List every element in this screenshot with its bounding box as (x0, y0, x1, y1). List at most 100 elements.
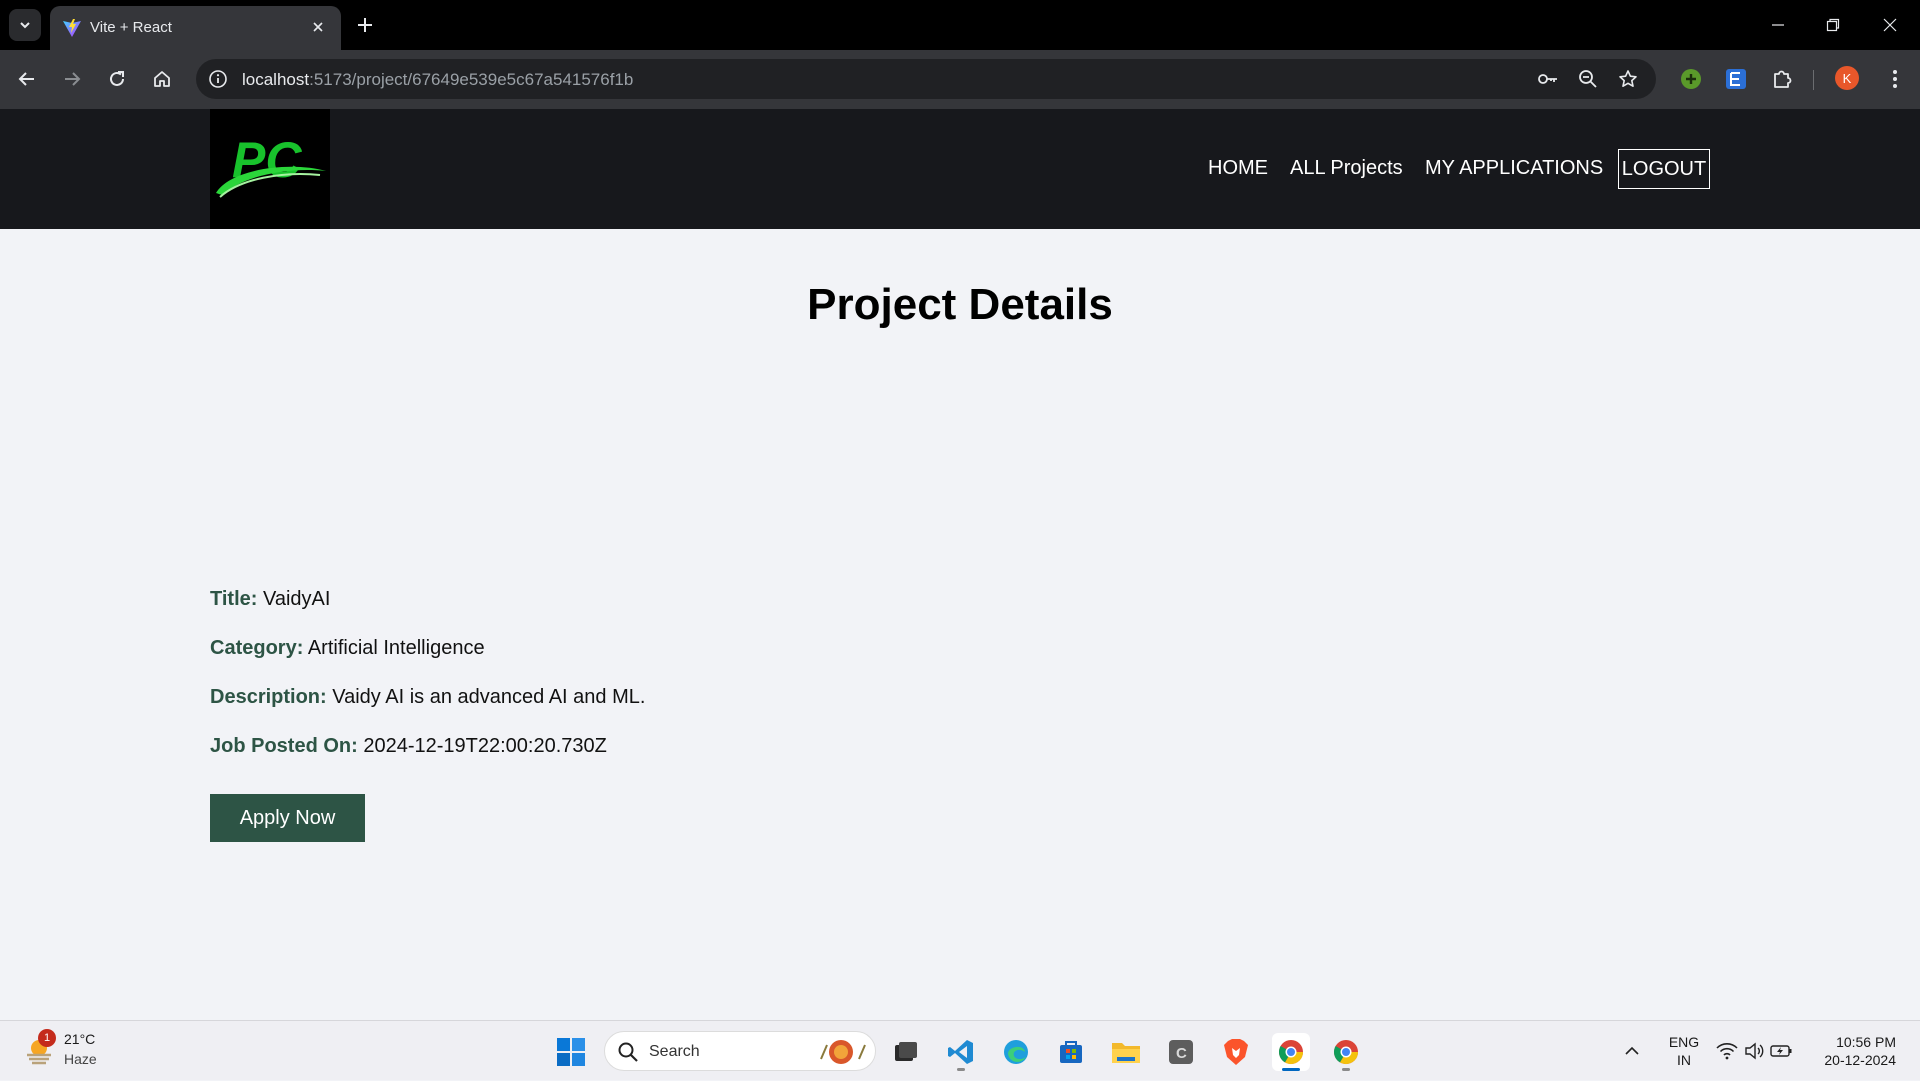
chevron-down-icon (20, 22, 30, 29)
input-language-indicator[interactable]: ENG IN (1666, 1033, 1702, 1069)
c-app-icon: C (1169, 1040, 1193, 1064)
detail-posted-on: Job Posted On: 2024-12-19T22:00:20.730Z (210, 735, 607, 758)
pc-logo-icon: PC (216, 132, 326, 198)
detail-value: Vaidy AI is an advanced AI and ML. (332, 686, 646, 708)
taskbar-app-store[interactable] (1052, 1033, 1090, 1071)
nav-link-home[interactable]: HOME (1208, 157, 1268, 180)
detail-label: Job Posted On: (210, 735, 358, 757)
tab-title: Vite + React (90, 19, 172, 36)
weather-condition: Haze (64, 1051, 97, 1067)
volume-icon (1745, 1042, 1764, 1060)
running-indicator-active (1282, 1068, 1300, 1071)
arrow-left-icon (18, 72, 34, 86)
system-tray-quick-settings[interactable] (1714, 1021, 1794, 1081)
extensions-button[interactable] (1769, 66, 1795, 92)
weather-temp: 21°C (64, 1031, 96, 1047)
close-window-button[interactable] (1875, 10, 1905, 40)
minimize-button[interactable] (1763, 10, 1793, 40)
show-hidden-icons-button[interactable] (1620, 1021, 1644, 1081)
svg-text:C: C (1176, 1045, 1187, 1062)
plus-icon (358, 18, 372, 32)
taskbar-search-box[interactable]: Search (604, 1031, 876, 1071)
taskbar-app-brave[interactable] (1217, 1033, 1255, 1071)
detail-label: Title: (210, 588, 258, 610)
weather-notification-badge: 1 (38, 1029, 56, 1047)
site-info-button[interactable] (206, 67, 230, 91)
battery-charging-icon (1770, 1045, 1792, 1057)
taskbar-app-c[interactable]: C (1162, 1033, 1200, 1071)
arrow-right-icon (65, 72, 81, 86)
detail-category: Category: Artificial Intelligence (210, 637, 485, 660)
reload-icon (110, 71, 124, 86)
minimize-icon (1772, 24, 1784, 26)
search-highlight-illustration-icon (820, 1040, 866, 1064)
lang-line2: IN (1677, 1052, 1691, 1068)
zoom-out-icon (1579, 70, 1597, 88)
clock-time: 10:56 PM (1836, 1034, 1896, 1050)
taskbar-app-edge[interactable] (997, 1033, 1035, 1071)
blue-extension-icon (1726, 69, 1746, 89)
url-text[interactable]: localhost:5173/project/67649e539e5c67a54… (242, 70, 633, 90)
taskbar-app-task-view[interactable] (887, 1033, 925, 1071)
chevron-up-icon (1625, 1046, 1639, 1055)
browser-tab-strip: Vite + React (0, 0, 1920, 50)
vite-favicon-icon (63, 19, 81, 37)
running-indicator (957, 1068, 965, 1071)
url-host: localhost (242, 70, 310, 89)
puzzle-icon (1774, 70, 1792, 88)
clock-date: 20-12-2024 (1824, 1052, 1896, 1068)
windows-taskbar: 1 21°C Haze Search C ENG IN 10:56 PM 20-… (0, 1020, 1920, 1080)
home-button[interactable] (147, 64, 177, 94)
store-icon (1060, 1041, 1082, 1063)
windows-start-icon[interactable] (556, 1037, 586, 1067)
taskbar-app-vscode[interactable] (942, 1033, 980, 1071)
restore-icon (1826, 18, 1840, 32)
more-vert-icon (1893, 70, 1897, 88)
detail-title: Title: VaidyAI (210, 588, 330, 611)
key-icon (1538, 74, 1557, 84)
taskbar-app-chrome-profile[interactable] (1327, 1033, 1365, 1071)
star-icon (1619, 70, 1637, 87)
folder-icon (1112, 1043, 1140, 1063)
page-title: Project Details (807, 280, 1113, 329)
detail-value: 2024-12-19T22:00:20.730Z (363, 735, 607, 757)
chrome-icon (1278, 1040, 1303, 1065)
tab-search-button[interactable] (9, 9, 41, 41)
logout-button[interactable]: LOGOUT (1618, 149, 1710, 189)
nav-link-my-applications[interactable]: MY APPLICATIONS (1425, 157, 1603, 180)
taskbar-app-chrome-active[interactable] (1272, 1033, 1310, 1071)
reload-button[interactable] (102, 64, 132, 94)
browser-toolbar: localhost:5173/project/67649e539e5c67a54… (0, 50, 1920, 109)
search-placeholder: Search (649, 1043, 700, 1060)
green-plus-extension-icon (1681, 69, 1701, 89)
brave-lion-icon (1224, 1039, 1248, 1065)
site-logo[interactable]: PC (210, 109, 330, 229)
back-button[interactable] (12, 64, 42, 94)
taskbar-app-file-explorer[interactable] (1107, 1033, 1145, 1071)
running-indicator (1342, 1068, 1350, 1071)
apply-now-button[interactable]: Apply Now (210, 794, 365, 842)
password-key-button[interactable] (1536, 67, 1560, 91)
taskbar-clock[interactable]: 10:56 PM 20-12-2024 (1810, 1033, 1896, 1069)
new-tab-button[interactable] (353, 13, 377, 37)
edge-icon (1004, 1040, 1028, 1064)
home-icon (154, 71, 170, 87)
bookmark-button[interactable] (1616, 67, 1640, 91)
forward-button[interactable] (57, 64, 87, 94)
tab-close-button[interactable] (307, 16, 329, 38)
extension-green-button[interactable] (1678, 66, 1704, 92)
info-icon (209, 70, 227, 88)
detail-value: Artificial Intelligence (307, 637, 485, 659)
chrome-menu-button[interactable] (1880, 64, 1910, 94)
chrome-icon (1333, 1040, 1358, 1065)
restore-button[interactable] (1818, 10, 1848, 40)
profile-avatar[interactable]: K (1835, 66, 1859, 90)
nav-link-all-projects[interactable]: ALL Projects (1290, 157, 1403, 180)
wifi-icon (1716, 1043, 1738, 1060)
zoom-button[interactable] (1576, 67, 1600, 91)
address-bar[interactable]: localhost:5173/project/67649e539e5c67a54… (196, 59, 1656, 99)
detail-label: Description: (210, 686, 327, 708)
browser-tab-active[interactable]: Vite + React (50, 6, 341, 50)
extension-blue-button[interactable] (1723, 66, 1749, 92)
task-view-icon (895, 1042, 917, 1061)
